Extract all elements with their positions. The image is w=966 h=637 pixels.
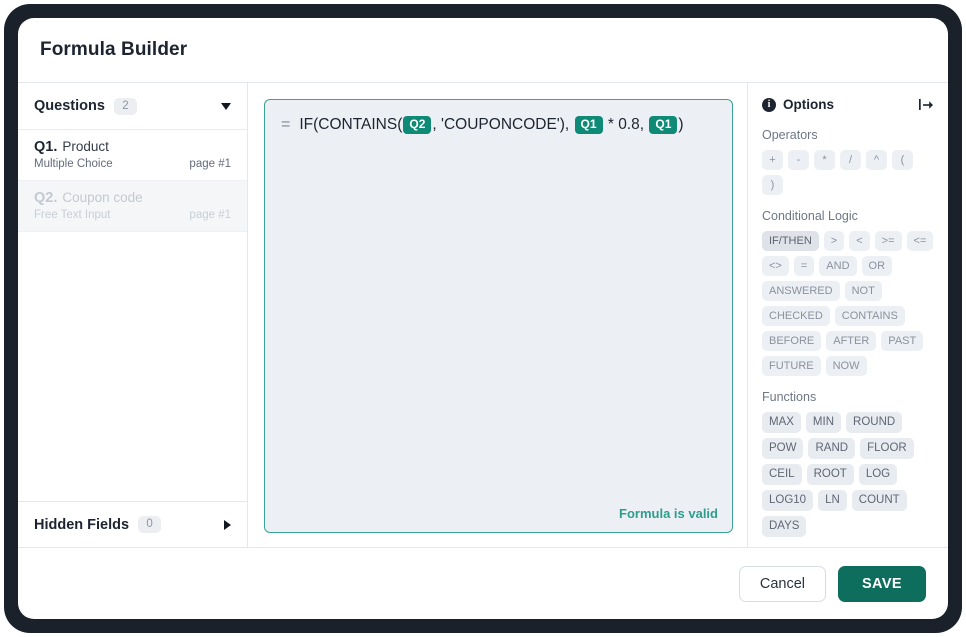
question-title: Product <box>62 139 109 154</box>
option-chip[interactable]: MAX <box>762 412 801 433</box>
question-page: page #1 <box>189 209 231 221</box>
option-chip[interactable]: - <box>788 150 809 170</box>
options-group-title: Conditional Logic <box>762 209 858 223</box>
question-number: Q2. <box>34 190 58 206</box>
option-chip[interactable]: NOW <box>825 356 867 376</box>
option-chip[interactable]: POW <box>762 438 804 459</box>
options-panel: i Options Operators + - * / ^() Conditional Lo… <box>748 83 948 547</box>
option-chip[interactable]: OR <box>861 256 893 276</box>
info-icon: i <box>762 97 776 112</box>
option-chip[interactable]: = <box>793 256 815 276</box>
option-chip[interactable]: ROOT <box>806 464 854 485</box>
option-chip[interactable]: >= <box>874 231 902 251</box>
list-item[interactable]: Q1. Product Multiple Choice page #1 <box>18 130 247 181</box>
question-type: Free Text Input <box>34 209 111 221</box>
question-title-row: Q2. Coupon code <box>34 190 231 206</box>
option-chip[interactable]: CEIL <box>762 464 802 485</box>
option-chip[interactable]: + <box>762 150 783 170</box>
formula-editor-panel: = IF(CONTAINS(Q2, 'COUPONCODE'), Q1 * 0.… <box>248 83 748 547</box>
options-group-chips: + - * / ^() <box>762 150 934 195</box>
option-chip[interactable]: NOT <box>844 281 882 301</box>
equals-sign: = <box>281 116 291 133</box>
hidden-fields-section-header[interactable]: Hidden Fields 0 <box>18 501 247 547</box>
device-frame: Formula Builder Questions 2 Q1. Product <box>4 4 962 633</box>
formula-input[interactable]: = IF(CONTAINS(Q2, 'COUPONCODE'), Q1 * 0.… <box>264 99 733 533</box>
options-group-chips: IF/THEN > < >= <= <> = AND OR ANSWERED NOT CHECKED C… <box>762 231 934 376</box>
option-chip[interactable]: LOG10 <box>762 490 814 511</box>
option-chip[interactable]: <= <box>906 231 934 251</box>
formula-builder-dialog: Formula Builder Questions 2 Q1. Product <box>18 18 948 619</box>
formula-text-token: * 0.8, <box>603 116 649 133</box>
question-page: page #1 <box>189 158 231 170</box>
option-chip[interactable]: FLOOR <box>860 438 914 459</box>
question-title-row: Q1. Product <box>34 139 231 155</box>
question-number: Q1. <box>34 139 58 155</box>
formula-text-token: IF(CONTAINS( <box>299 116 403 133</box>
option-chip[interactable]: IF/THEN <box>762 231 819 251</box>
option-chip[interactable]: BEFORE <box>762 331 822 351</box>
hidden-fields-label: Hidden Fields <box>34 516 130 533</box>
chevron-right-icon[interactable] <box>224 519 231 530</box>
status-badge: Formula is valid <box>619 506 718 521</box>
page-title: Formula Builder <box>40 39 188 60</box>
option-chip[interactable]: LN <box>818 490 847 511</box>
option-chip[interactable]: < <box>849 231 870 251</box>
options-group-chips: MAX MIN ROUND POW RAND FLOOR CEIL ROOT LOG LOG10 L… <box>762 412 934 537</box>
option-chip[interactable]: ROUND <box>846 412 903 433</box>
option-chip[interactable]: ) <box>762 175 783 195</box>
option-chip[interactable]: MIN <box>805 412 842 433</box>
question-meta-row: Free Text Input page #1 <box>34 209 231 221</box>
option-chip[interactable]: ANSWERED <box>762 281 840 301</box>
option-chip[interactable]: AND <box>819 256 857 276</box>
formula-tokens: IF(CONTAINS(Q2, 'COUPONCODE'), Q1 * 0.8,… <box>299 114 684 136</box>
options-group-title: Functions <box>762 390 817 404</box>
option-chip[interactable]: ( <box>892 150 913 170</box>
dialog-body: Questions 2 Q1. Product Multiple Choice … <box>18 82 948 547</box>
list-item: Q2. Coupon code Free Text Input page #1 <box>18 181 247 232</box>
option-chip[interactable]: CONTAINS <box>834 306 905 326</box>
question-meta-row: Multiple Choice page #1 <box>34 158 231 170</box>
formula-question-chip[interactable]: Q1 <box>574 115 603 134</box>
question-type: Multiple Choice <box>34 158 113 170</box>
questions-list: Q1. Product Multiple Choice page #1 Q2. … <box>18 129 247 501</box>
option-chip[interactable]: CHECKED <box>762 306 830 326</box>
formula-text-token: , 'COUPONCODE'), <box>432 116 574 133</box>
formula-question-chip[interactable]: Q2 <box>403 115 432 134</box>
options-title: Options <box>783 97 834 112</box>
options-group-title: Operators <box>762 128 818 142</box>
dialog-header: Formula Builder <box>18 18 948 82</box>
option-chip[interactable]: DAYS <box>762 516 807 537</box>
formula-question-chip[interactable]: Q1 <box>649 115 678 134</box>
option-chip[interactable]: / <box>840 150 861 170</box>
chevron-down-icon[interactable] <box>221 102 231 110</box>
save-button[interactable]: SAVE <box>837 565 926 602</box>
questions-count-badge: 2 <box>113 97 137 115</box>
options-groups: Operators + - * / ^() Conditional Logic IF/THEN… <box>762 128 934 537</box>
hidden-fields-count-badge: 0 <box>138 516 162 533</box>
option-chip[interactable]: * <box>814 150 835 170</box>
option-chip[interactable]: FUTURE <box>762 356 821 376</box>
options-header: i Options <box>762 97 934 112</box>
questions-label: Questions <box>34 98 105 114</box>
option-chip[interactable]: > <box>823 231 845 251</box>
formula-text-token: ) <box>678 116 684 133</box>
option-chip[interactable]: COUNT <box>851 490 907 511</box>
collapse-panel-icon[interactable] <box>919 98 934 111</box>
questions-sidebar: Questions 2 Q1. Product Multiple Choice … <box>18 83 248 547</box>
option-chip[interactable]: ^ <box>866 150 887 170</box>
option-chip[interactable]: <> <box>762 256 789 276</box>
option-chip[interactable]: LOG <box>858 464 898 485</box>
option-chip[interactable]: RAND <box>808 438 856 459</box>
dialog-footer: Cancel SAVE <box>18 547 948 619</box>
formula-expression: = IF(CONTAINS(Q2, 'COUPONCODE'), Q1 * 0.… <box>281 114 716 136</box>
option-chip[interactable]: PAST <box>881 331 924 351</box>
option-chip[interactable]: AFTER <box>826 331 877 351</box>
cancel-button[interactable]: Cancel <box>738 565 826 602</box>
question-title: Coupon code <box>62 190 143 205</box>
questions-section-header[interactable]: Questions 2 <box>18 83 247 129</box>
